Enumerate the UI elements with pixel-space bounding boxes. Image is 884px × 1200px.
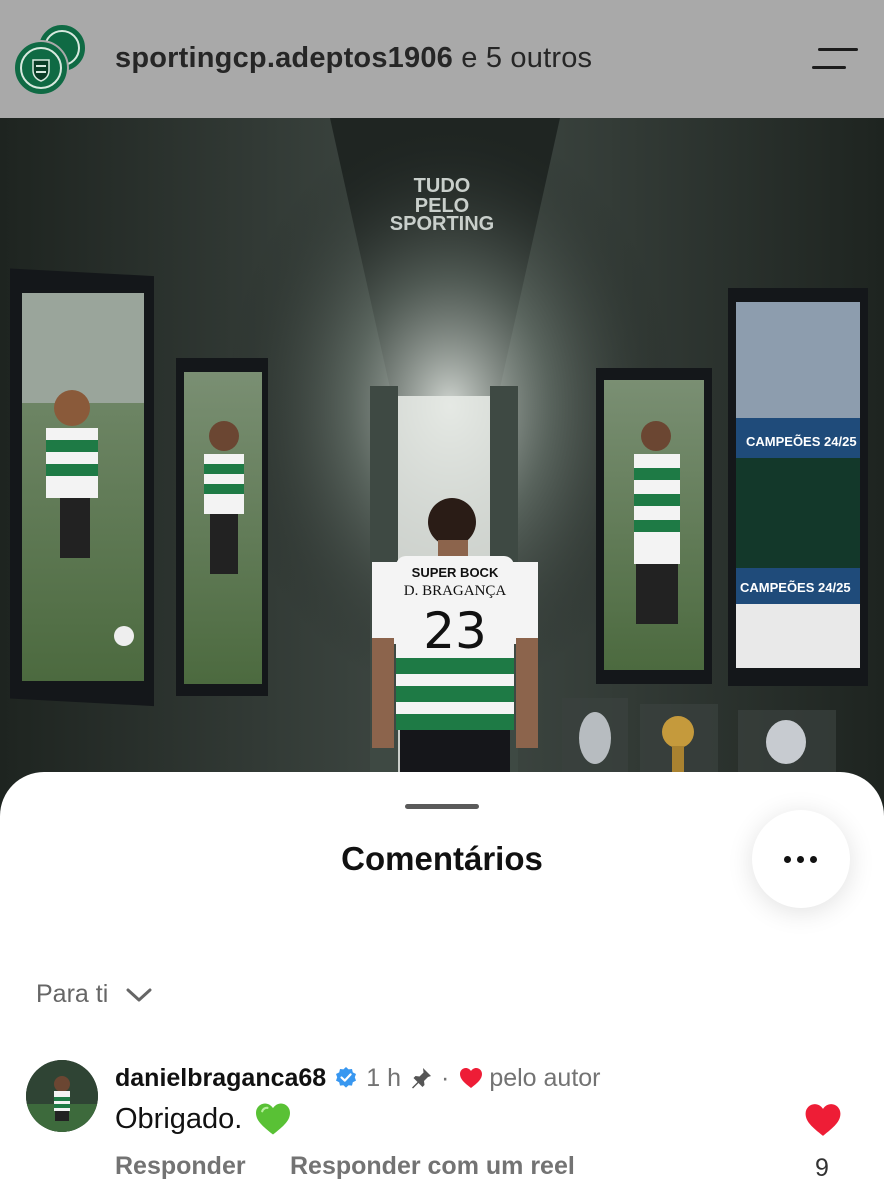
comment-username[interactable]: danielbraganca68 [115, 1064, 326, 1093]
jersey-name: D. BRAGANÇA [404, 583, 507, 599]
jersey-number: 23 [423, 602, 487, 660]
header-account-name[interactable]: sportingcp.adeptos1906 [115, 42, 453, 74]
banner-text-bottom: CAMPEÕES 24/25 [740, 580, 851, 595]
post-header: sportingcp.adeptos1906 e 5 outros [0, 0, 884, 118]
meta-separator: · [440, 1063, 450, 1092]
chevron-down-icon [126, 988, 152, 1001]
comment-time: 1 h [366, 1063, 401, 1092]
more-options-button[interactable] [752, 810, 850, 908]
comment-body: Obrigado. [115, 1102, 292, 1136]
avatar[interactable] [26, 1060, 98, 1132]
pin-icon [411, 1068, 431, 1089]
header-others[interactable]: e 5 outros [461, 42, 592, 74]
post-image[interactable]: TUDO PELO SPORTING CAMPEÕES 24/25 CAMPEÕ… [0, 118, 884, 838]
svg-text:TUDO: TUDO [414, 175, 471, 197]
banner-text-top: CAMPEÕES 24/25 [746, 434, 857, 449]
filter-label: Para ti [36, 980, 109, 1008]
sheet-grabber[interactable] [405, 804, 479, 809]
liked-by-author-label: pelo autor [489, 1063, 601, 1092]
green-heart-icon [256, 1103, 291, 1135]
reply-with-reel-button[interactable]: Responder com um reel [290, 1152, 575, 1181]
liked-by-author-heart-icon [460, 1068, 483, 1088]
verified-badge-icon [336, 1067, 357, 1088]
like-heart-icon[interactable] [804, 1102, 842, 1138]
header-accounts[interactable]: sportingcp.adeptos1906 e 5 outros [115, 42, 592, 75]
jersey-sponsor: SUPER BOCK [412, 565, 499, 580]
menu-icon[interactable] [812, 46, 858, 72]
comment-header: danielbraganca68 1 h · pelo autor [115, 1062, 601, 1094]
svg-text:SPORTING: SPORTING [390, 213, 494, 235]
like-count: 9 [815, 1154, 829, 1182]
comment-text: Obrigado. [115, 1102, 243, 1135]
comments-sheet: Comentários Para ti danielbraganca68 1 h [0, 772, 884, 1200]
reply-button[interactable]: Responder [115, 1152, 246, 1181]
club-crest-icon[interactable] [13, 23, 88, 96]
comment-filter-dropdown[interactable]: Para ti [36, 980, 152, 1009]
